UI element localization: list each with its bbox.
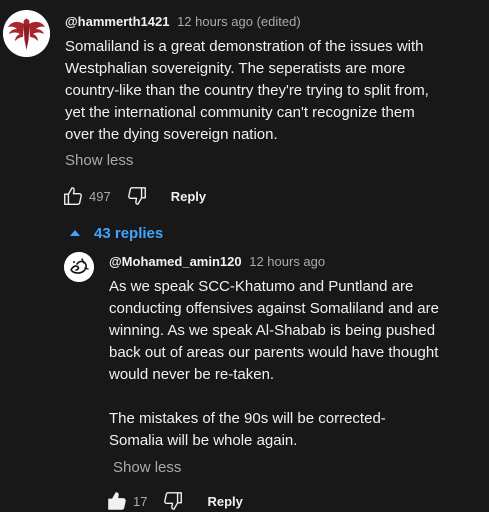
show-less-button[interactable]: Show less [65,151,133,171]
thumbs-up-icon [108,492,126,510]
thumbs-down-icon [127,187,146,205]
reply-reply-button[interactable]: Reply [207,494,242,509]
reply-author[interactable]: @Mohamed_amin120 [109,254,242,269]
comment-thread: @hammerth1421 12 hours ago (edited) Soma… [0,0,489,512]
comment-timestamp[interactable]: 12 hours ago (edited) [177,14,301,29]
avatar[interactable] [3,10,50,57]
reply-dislike-button[interactable] [161,489,185,512]
reply-avatar[interactable] [64,252,94,282]
reply-like-count: 17 [133,493,148,509]
comment-author[interactable]: @hammerth1421 [65,14,169,29]
reply-timestamp[interactable]: 12 hours ago [249,254,325,269]
thumbs-down-icon [164,492,183,510]
comment-header: @hammerth1421 12 hours ago (edited) [65,13,301,31]
reply-text: As we speak SCC-Khatumo and Puntland are… [109,278,439,449]
replies-count-label: 43 replies [94,224,164,242]
winged-emblem-icon [3,10,50,57]
like-button[interactable] [61,184,85,208]
reply-actions: 17 Reply [105,489,243,512]
comment-text: Somaliland is a great demonstration of t… [65,38,429,143]
calligraphy-emblem-icon [64,252,94,282]
caret-up-icon [70,230,80,236]
dislike-button[interactable] [125,184,149,208]
replies-toggle-button[interactable]: 43 replies [70,222,163,244]
comment-actions: 497 Reply [61,184,206,208]
reply-like-button[interactable] [105,489,129,512]
like-count: 497 [89,188,111,204]
thumbs-up-icon [64,187,82,205]
reply-header: @Mohamed_amin120 12 hours ago [109,253,325,271]
reply-button[interactable]: Reply [171,189,206,204]
reply-show-less-button[interactable]: Show less [113,458,181,478]
